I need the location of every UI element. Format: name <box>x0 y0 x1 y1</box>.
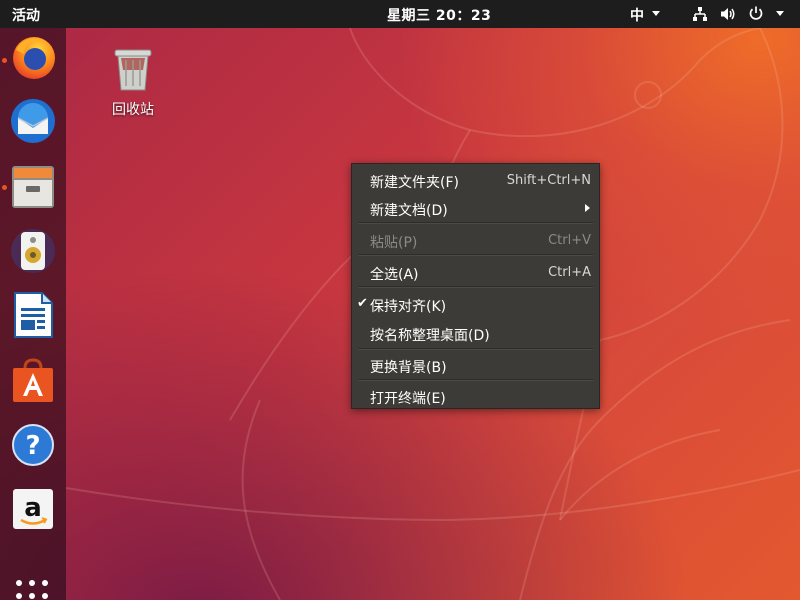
menu-item-label: 新建文件夹(F) <box>370 175 459 191</box>
rhythmbox-icon[interactable] <box>8 226 58 276</box>
menu-item-label: 新建文档(D) <box>370 203 448 219</box>
menu-item-shortcut: Ctrl+V <box>548 233 591 248</box>
activities-button[interactable]: 活动 <box>12 5 40 25</box>
files-icon[interactable] <box>8 162 58 212</box>
network-wired-icon[interactable] <box>692 6 708 26</box>
clock-button[interactable]: 星期三 20：23 <box>387 5 491 25</box>
chevron-down-icon[interactable] <box>776 11 784 16</box>
menu-item-select-all[interactable]: 全选(A) Ctrl+A <box>352 258 599 286</box>
menu-separator <box>358 222 593 224</box>
menu-separator <box>358 286 593 288</box>
menu-item-open-terminal[interactable]: 打开终端(E) <box>352 382 599 410</box>
menu-item-label: 打开终端(E) <box>370 391 446 407</box>
running-indicator <box>2 58 7 63</box>
volume-icon[interactable] <box>720 6 737 26</box>
menu-item-shortcut: Shift+Ctrl+N <box>506 173 591 188</box>
menu-item-organize-by-name[interactable]: 按名称整理桌面(D) <box>352 319 599 347</box>
chevron-down-icon[interactable] <box>652 11 660 16</box>
menu-item-label: 按名称整理桌面(D) <box>370 328 490 344</box>
app-grid-icon[interactable] <box>16 580 50 600</box>
svg-text:a: a <box>24 493 42 523</box>
menu-item-paste[interactable]: 粘贴(P) Ctrl+V <box>352 226 599 254</box>
menu-item-shortcut: Ctrl+A <box>548 265 591 280</box>
checkmark-icon: ✔ <box>357 296 368 311</box>
svg-text:?: ? <box>25 431 40 461</box>
writer-icon[interactable] <box>8 290 58 340</box>
dock: ? a <box>0 28 66 600</box>
menu-separator <box>358 254 593 256</box>
menu-item-label: 更换背景(B) <box>370 360 447 376</box>
trash-icon <box>114 49 152 91</box>
submenu-arrow-icon <box>585 204 590 212</box>
menu-item-label: 保持对齐(K) <box>370 299 447 315</box>
menu-separator <box>358 379 593 381</box>
power-icon[interactable] <box>748 5 764 25</box>
running-indicator <box>2 185 7 190</box>
menu-item-keep-aligned[interactable]: ✔ 保持对齐(K) <box>352 290 599 318</box>
menu-item-new-folder[interactable]: 新建文件夹(F) Shift+Ctrl+N <box>352 166 599 194</box>
thunderbird-icon[interactable] <box>8 96 58 146</box>
menu-item-new-document[interactable]: 新建文档(D) <box>352 194 599 222</box>
menu-separator <box>358 348 593 350</box>
menu-item-label: 全选(A) <box>370 267 419 283</box>
top-bar: 活动 星期三 20：23 中 <box>0 0 800 28</box>
input-method-button[interactable]: 中 <box>630 5 644 25</box>
menu-item-change-background[interactable]: 更换背景(B) <box>352 351 599 379</box>
firefox-icon[interactable] <box>8 32 58 82</box>
desktop-context-menu: 新建文件夹(F) Shift+Ctrl+N 新建文档(D) 粘贴(P) Ctrl… <box>351 163 600 409</box>
help-icon[interactable]: ? <box>8 420 58 470</box>
menu-item-label: 粘贴(P) <box>370 235 418 251</box>
software-icon[interactable] <box>8 356 58 406</box>
amazon-icon[interactable]: a <box>8 484 58 534</box>
trash-label: 回收站 <box>112 102 154 118</box>
trash-desktop-icon[interactable]: 回收站 <box>100 44 166 124</box>
